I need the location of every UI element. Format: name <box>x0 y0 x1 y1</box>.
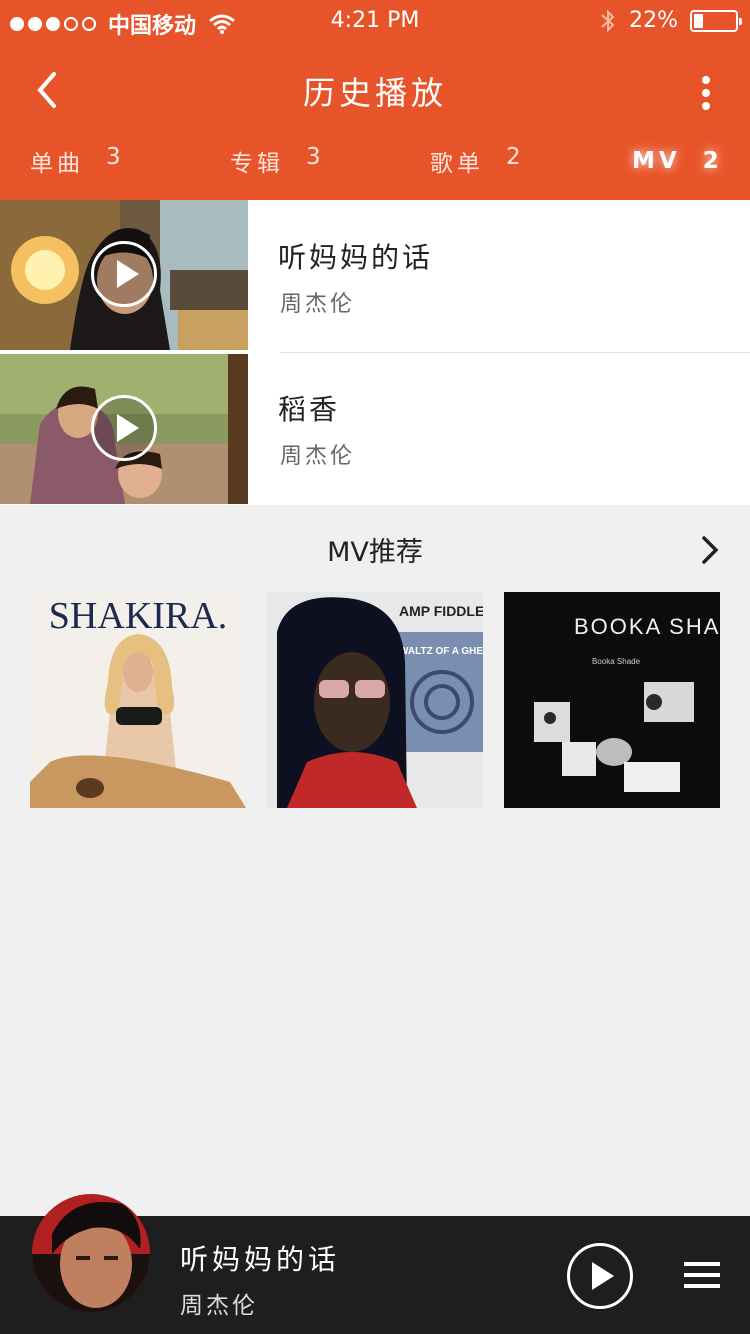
album-cover-shakira: SHAKIRA. <box>30 592 246 808</box>
cover-text: SHAKIRA. <box>49 595 227 637</box>
cover-text: WALTZ OF A GHETTO FLY <box>399 646 483 657</box>
list-item[interactable]: 听妈妈的话 周杰伦 <box>0 200 750 353</box>
tab-mv[interactable]: MV 2 <box>632 148 723 174</box>
cover-text: Booka Shade <box>592 657 641 666</box>
page-title: 历史播放 <box>302 74 447 112</box>
play-icon[interactable] <box>91 395 157 461</box>
tab-label: MV <box>632 148 681 174</box>
now-playing-cover[interactable] <box>32 1194 150 1312</box>
mv-artist: 周杰伦 <box>280 444 356 469</box>
mv-artist: 周杰伦 <box>280 292 356 317</box>
chevron-right-icon[interactable] <box>698 534 722 566</box>
status-right: 22% <box>599 8 742 33</box>
vertical-dots-icon[interactable] <box>694 74 718 114</box>
status-bar: 中国移动 4:21 PM 22% <box>0 0 750 44</box>
playlist-icon[interactable] <box>684 1260 720 1290</box>
recommend-card[interactable]: BOOKA SHADE Booka Shade <box>504 592 720 808</box>
tab-count: 2 <box>702 148 723 174</box>
album-cover-booka-shade: BOOKA SHADE Booka Shade <box>504 592 720 808</box>
now-playing-artist: 周杰伦 <box>180 1293 258 1319</box>
now-playing-title: 听妈妈的话 <box>180 1243 341 1276</box>
category-tabs: 单曲 3 专辑 3 歌单 2 MV 2 <box>0 134 750 200</box>
mv-thumbnail <box>0 200 248 350</box>
battery-fill <box>694 13 703 28</box>
mv-title: 听妈妈的话 <box>278 241 434 274</box>
nav-bar: 历史播放 <box>0 44 750 134</box>
play-icon[interactable] <box>567 1243 633 1309</box>
bluetooth-icon <box>601 9 615 32</box>
tab-label: 单曲 <box>30 151 84 177</box>
cover-text: BOOKA SHADE <box>574 614 720 639</box>
battery-icon <box>690 9 742 32</box>
recommend-card[interactable]: SHAKIRA. <box>30 592 246 808</box>
tab-count: 3 <box>106 144 125 170</box>
mv-thumbnail <box>0 354 248 504</box>
tab-singles[interactable]: 单曲 3 <box>30 144 125 178</box>
mv-title: 稻香 <box>278 393 341 426</box>
mini-player: 听妈妈的话 周杰伦 <box>0 1194 750 1334</box>
battery-percent: 22% <box>629 8 678 33</box>
tab-count: 3 <box>306 144 325 170</box>
tab-label: 专辑 <box>230 151 284 177</box>
tab-albums[interactable]: 专辑 3 <box>230 144 325 178</box>
mv-history-list: 听妈妈的话 周杰伦 稻香 周杰伦 <box>0 200 750 505</box>
list-item[interactable]: 稻香 周杰伦 <box>0 354 750 506</box>
row-divider <box>280 352 750 353</box>
tab-label: 歌单 <box>430 151 484 177</box>
tab-playlists[interactable]: 歌单 2 <box>430 144 525 178</box>
now-playing-cover-image <box>32 1194 150 1312</box>
play-icon[interactable] <box>91 241 157 307</box>
recommend-title: MV推荐 <box>327 537 423 568</box>
cover-text: AMP FIDDLER <box>399 603 483 619</box>
recommend-card[interactable]: AMP FIDDLER WALTZ OF A GHETTO FLY <box>267 592 483 808</box>
tab-count: 2 <box>506 144 525 170</box>
album-cover-amp-fiddler: AMP FIDDLER WALTZ OF A GHETTO FLY <box>267 592 483 808</box>
